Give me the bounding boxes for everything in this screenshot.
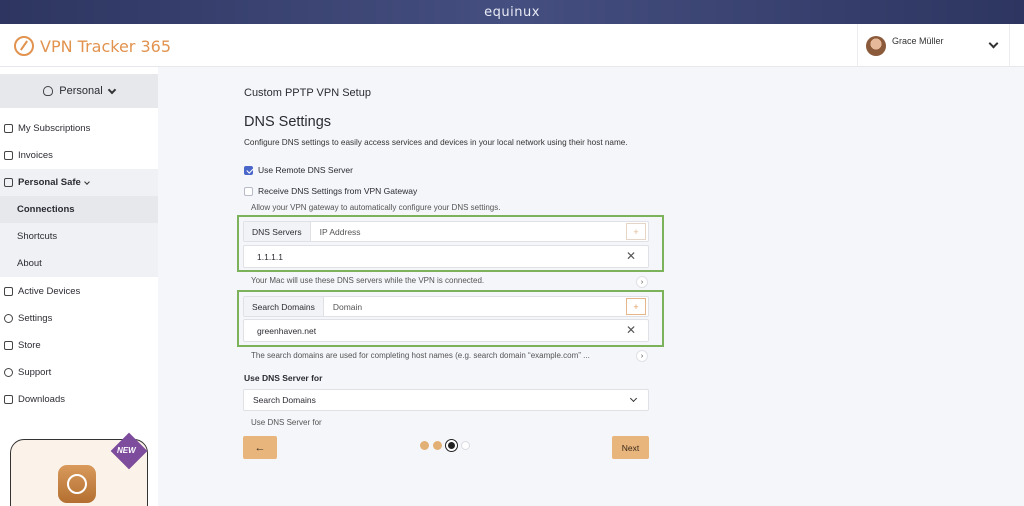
search-domain-entry: greenhaven.net ✕ xyxy=(243,319,649,342)
safe-icon xyxy=(4,178,13,187)
layers-icon xyxy=(4,124,13,133)
person-icon xyxy=(43,86,54,96)
sidebar-item-label: Shortcuts xyxy=(17,231,58,242)
new-badge-label: NEW xyxy=(117,446,136,455)
step-dot xyxy=(461,441,470,450)
search-domain-value: greenhaven.net xyxy=(257,325,317,336)
chevron-down-icon xyxy=(107,85,116,94)
setup-title: Custom PPTP VPN Setup xyxy=(244,87,371,99)
sidebar-item-subscriptions[interactable]: My Subscriptions xyxy=(0,115,158,142)
chevron-down-icon xyxy=(988,38,999,49)
support-icon xyxy=(4,368,13,377)
sidebar-item-settings[interactable]: Settings xyxy=(0,305,158,332)
user-name: Grace Müller xyxy=(892,35,944,46)
add-search-domain-button[interactable]: + xyxy=(626,298,646,315)
dns-servers-label: DNS Servers xyxy=(244,222,311,241)
dns-server-input[interactable]: IP Address xyxy=(311,227,626,237)
sidebar-item-label: Store xyxy=(18,340,41,351)
sidebar: Personal My Subscriptions Invoices Perso… xyxy=(0,67,158,506)
expand-hint-button[interactable]: › xyxy=(636,350,648,362)
app-icon xyxy=(58,465,96,503)
sidebar-item-label: Active Devices xyxy=(18,286,81,297)
sidebar-item-label: Support xyxy=(18,367,52,378)
use-dns-for-select[interactable]: Search Domains xyxy=(243,389,649,411)
step-dot xyxy=(420,441,429,450)
sidebar-item-label: Settings xyxy=(18,313,53,324)
search-domains-label: Search Domains xyxy=(244,297,324,316)
dns-servers-input-group: DNS Servers IP Address + xyxy=(243,221,649,242)
expand-hint-button[interactable]: › xyxy=(636,276,648,288)
step-dot-current xyxy=(446,440,457,451)
checkbox-label: Use Remote DNS Server xyxy=(258,165,353,175)
sidebar-item-downloads[interactable]: Downloads xyxy=(0,386,158,413)
sidebar-item-label: Downloads xyxy=(18,394,65,405)
receive-dns-hint: Allow your VPN gateway to automatically … xyxy=(251,203,501,212)
back-button[interactable]: ← xyxy=(243,436,277,459)
gear-icon xyxy=(4,314,13,323)
sidebar-item-label: About xyxy=(17,258,42,269)
sidebar-item-label: Connections xyxy=(17,204,75,215)
select-value: Search Domains xyxy=(253,395,316,405)
chevron-down-icon xyxy=(629,394,638,403)
app-name: VPN Tracker 365 xyxy=(40,36,171,56)
use-dns-for-label: Use DNS Server for xyxy=(244,373,323,383)
sidebar-item-active-devices[interactable]: Active Devices xyxy=(0,278,158,305)
avatar xyxy=(866,35,886,56)
search-domains-input-group: Search Domains Domain + xyxy=(243,296,649,317)
download-icon xyxy=(4,395,13,404)
sidebar-item-invoices[interactable]: Invoices xyxy=(0,142,158,169)
key-icon xyxy=(14,36,34,56)
app-header: VPN Tracker 365 Grace Müller xyxy=(0,24,1024,67)
app-logo[interactable]: VPN Tracker 365 xyxy=(14,36,171,56)
sidebar-item-store[interactable]: Store xyxy=(0,332,158,359)
dns-servers-hint: Your Mac will use these DNS servers whil… xyxy=(251,276,485,285)
use-remote-dns-checkbox[interactable]: Use Remote DNS Server xyxy=(244,165,353,175)
chevron-down-icon xyxy=(84,178,90,185)
next-button[interactable]: Next xyxy=(612,436,649,459)
dns-server-entry: 1.1.1.1 ✕ xyxy=(243,245,649,268)
sidebar-item-connections[interactable]: Connections xyxy=(0,196,158,223)
sidebar-item-shortcuts[interactable]: Shortcuts xyxy=(0,223,158,250)
receive-dns-checkbox[interactable]: Receive DNS Settings from VPN Gateway xyxy=(244,186,417,196)
dns-server-value: 1.1.1.1 xyxy=(257,251,283,262)
sidebar-item-label: Invoices xyxy=(18,150,53,161)
sidebar-item-support[interactable]: Support xyxy=(0,359,158,386)
checkbox-unchecked[interactable] xyxy=(244,186,253,196)
search-domain-input[interactable]: Domain xyxy=(324,302,626,312)
add-dns-server-button[interactable]: + xyxy=(626,223,646,240)
sidebar-item-label: Personal Safe xyxy=(18,177,81,188)
sidebar-item-about[interactable]: About xyxy=(0,250,158,277)
invoice-icon xyxy=(4,151,13,160)
brand-logo: equinux xyxy=(484,4,540,20)
account-label: Personal xyxy=(59,85,103,97)
user-menu[interactable]: Grace Müller xyxy=(857,24,1010,67)
use-dns-for-hint: Use DNS Server for xyxy=(251,418,322,427)
sidebar-item-personal-safe[interactable]: Personal Safe xyxy=(0,169,158,196)
close-icon[interactable]: ✕ xyxy=(626,324,636,336)
top-bar: equinux xyxy=(0,0,1024,24)
store-icon xyxy=(4,341,13,350)
step-dot xyxy=(433,441,442,450)
close-icon[interactable]: ✕ xyxy=(626,250,636,262)
sidebar-item-label: My Subscriptions xyxy=(18,123,91,134)
devices-icon xyxy=(4,287,13,296)
checkbox-label: Receive DNS Settings from VPN Gateway xyxy=(258,186,418,196)
page-description: Configure DNS settings to easily access … xyxy=(244,138,628,147)
checkbox-checked[interactable] xyxy=(244,165,253,175)
page-title: DNS Settings xyxy=(244,114,332,130)
search-domains-hint: The search domains are used for completi… xyxy=(251,351,590,360)
promo-banner[interactable]: NEW xyxy=(10,431,150,506)
account-switcher[interactable]: Personal xyxy=(0,74,158,108)
step-indicator xyxy=(420,440,470,451)
